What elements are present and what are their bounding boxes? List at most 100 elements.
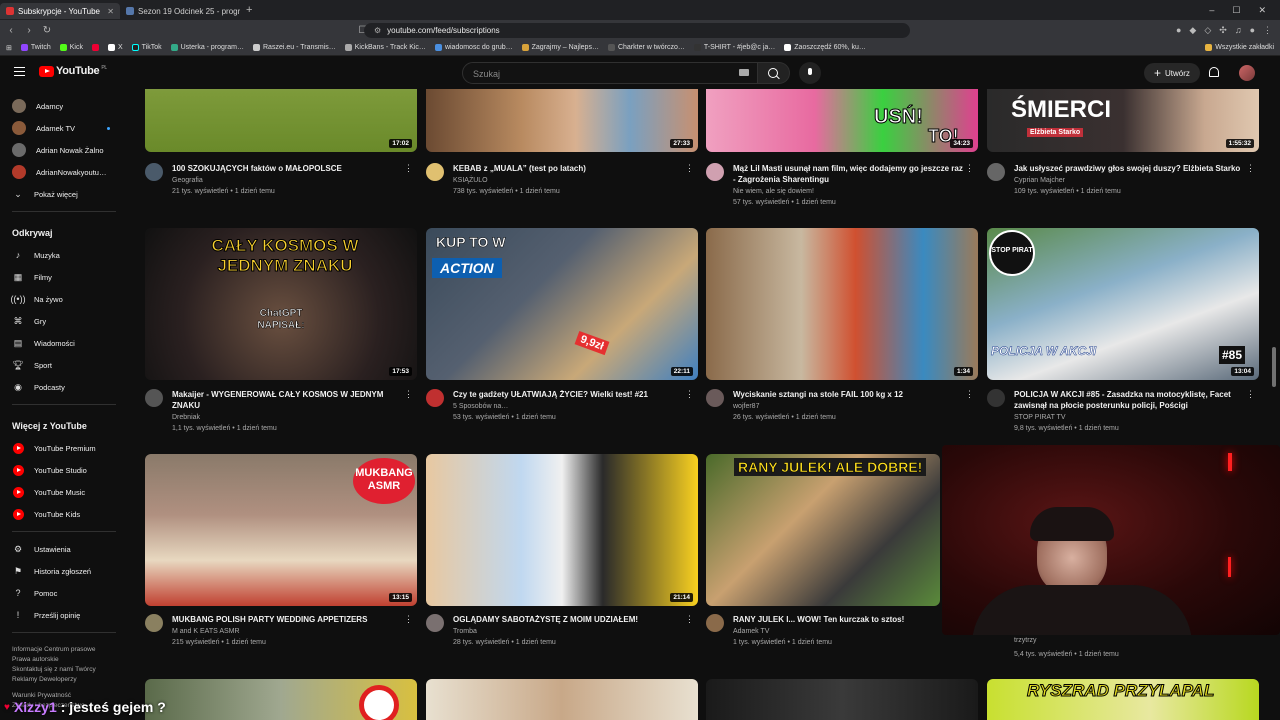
back-icon[interactable]: ‹ [4, 25, 18, 36]
keyboard-icon[interactable] [739, 69, 749, 76]
channel-name[interactable]: trzytrzy [1014, 637, 1037, 644]
bookmark-item[interactable]: Zaoszczędź 60%, ku… [784, 44, 866, 51]
more-options-icon[interactable]: ⋮ [965, 389, 974, 400]
sidebar-channel[interactable]: AdrianNowakyoutu… [0, 161, 128, 183]
video-thumbnail[interactable] [706, 679, 978, 720]
account-avatar[interactable] [1239, 65, 1255, 81]
sidebar-channel[interactable]: Adrian Nowak Żalno [0, 139, 128, 161]
video-title[interactable]: Mąż Lil Masti usunął nam film, więc doda… [733, 163, 963, 185]
bookmark-item[interactable]: X [107, 44, 123, 51]
video-thumbnail[interactable]: MUKBANG ASMR 13:15 [145, 454, 417, 606]
footer-link[interactable]: Prawa autorskie [12, 655, 116, 665]
channel-name[interactable]: wojfer87 [733, 403, 759, 410]
footer-link[interactable]: Skontaktuj się z nami Twórcy [12, 665, 116, 675]
sidebar-item-games[interactable]: ⌘ Gry [0, 310, 128, 332]
minimize-icon[interactable]: – [1209, 5, 1214, 16]
sidebar-item-live[interactable]: ((•)) Na żywo [0, 288, 128, 310]
bookmark-item[interactable]: TikTok [131, 44, 162, 51]
sidebar-item-report-history[interactable]: ⚑ Historia zgłoszeń [0, 560, 128, 582]
sidebar-item-studio[interactable]: YouTube Studio [0, 459, 128, 481]
forward-icon[interactable]: › [22, 25, 36, 36]
bookmark-item[interactable]: Twitch [20, 44, 51, 51]
create-button[interactable]: + Utwórz [1144, 63, 1200, 83]
channel-avatar[interactable] [426, 163, 444, 181]
sidebar-channel[interactable]: Adamek TV [0, 117, 128, 139]
sidebar-item-feedback[interactable]: ! Prześlij opinię [0, 604, 128, 626]
channel-avatar[interactable] [706, 389, 724, 407]
reload-icon[interactable]: ↻ [40, 25, 54, 36]
more-options-icon[interactable]: ⋮ [1246, 389, 1255, 400]
video-title[interactable]: 100 SZOKUJĄCYCH faktów o MAŁOPOLSCE [172, 163, 402, 174]
close-icon[interactable]: ✕ [107, 7, 114, 16]
window-close-icon[interactable]: ✕ [1258, 5, 1266, 16]
more-options-icon[interactable]: ⋮ [404, 163, 413, 174]
video-thumbnail[interactable]: ŚMIERCI Elżbieta Starko 1:55:32 [987, 89, 1259, 152]
channel-name[interactable]: Nie wiem, ale się dowiem! [733, 188, 814, 195]
channel-name[interactable]: M and K EATS ASMR [172, 628, 240, 635]
channel-name[interactable]: STOP PIRAT TV [1014, 414, 1065, 421]
sidebar-channel[interactable]: Adamcy [0, 95, 128, 117]
channel-name[interactable]: Cyprian Majcher [1014, 177, 1065, 184]
video-thumbnail[interactable]: 21:14 [426, 454, 698, 606]
maximize-icon[interactable]: ☐ [1232, 5, 1240, 16]
video-title[interactable]: Czy te gadżety UŁATWIAJĄ ŻYCIE? Wielki t… [453, 389, 683, 400]
voice-search-icon[interactable] [799, 62, 821, 84]
bookmark-item[interactable]: Usterka - program… [170, 44, 244, 51]
video-title[interactable]: OGLĄDAMY SABOTAŻYSTĘ Z MOIM UDZIAŁEM! [453, 614, 683, 625]
more-options-icon[interactable]: ⋮ [404, 614, 413, 625]
video-thumbnail[interactable]: 17:02 [145, 89, 417, 152]
channel-name[interactable]: Drebniak [172, 414, 200, 421]
video-thumbnail[interactable]: RYSZRAD PRZYLAPAL [987, 679, 1259, 720]
bookmark-item[interactable]: Kick [59, 44, 83, 51]
url-omnibox[interactable]: ⚙ youtube.com/feed/subscriptions [364, 22, 910, 38]
search-button[interactable] [758, 62, 790, 84]
menu-icon[interactable]: ⋮ [1263, 25, 1272, 36]
show-more-button[interactable]: ⌄ Pokaż więcej [0, 183, 128, 205]
sidebar-item-music-app[interactable]: YouTube Music [0, 481, 128, 503]
youtube-logo[interactable]: YouTube PL [39, 65, 107, 77]
sidebar-item-movies[interactable]: ▦ Filmy [0, 266, 128, 288]
bookmark-item[interactable]: KickBans - Track Kic… [344, 44, 426, 51]
channel-avatar[interactable] [145, 163, 163, 181]
video-title[interactable]: RANY JULEK I... WOW! Ten kurczak to szto… [733, 614, 963, 625]
video-thumbnail[interactable]: 1:34 [706, 228, 978, 380]
profile-icon[interactable]: ● [1250, 25, 1255, 36]
video-thumbnail[interactable]: RANY JULEK! ALE DOBRE! [706, 454, 940, 606]
all-bookmarks[interactable]: Wszystkie zakładki [1205, 44, 1274, 51]
music-icon[interactable]: ♫ [1235, 25, 1242, 36]
bookmark-item[interactable]: Zagrajmy – Najleps… [521, 44, 599, 51]
channel-avatar[interactable] [706, 163, 724, 181]
scrollbar-thumb[interactable] [1272, 347, 1276, 387]
sidebar-item-settings[interactable]: ⚙ Ustawienia [0, 538, 128, 560]
more-options-icon[interactable]: ⋮ [965, 163, 974, 174]
channel-name[interactable]: Tromba [453, 628, 477, 635]
video-title[interactable]: MUKBANG POLISH PARTY WEDDING APPETIZERS [172, 614, 402, 625]
bookmark-item[interactable]: T-SHIRT - #jeb@c ja… [693, 44, 775, 51]
more-options-icon[interactable]: ⋮ [404, 389, 413, 400]
extension-icon[interactable]: ◆ [1189, 25, 1196, 36]
apps-icon[interactable]: ⊞ [6, 44, 12, 52]
hamburger-menu-icon[interactable] [14, 67, 25, 76]
sidebar-item-news[interactable]: ▤ Wiadomości [0, 332, 128, 354]
sidebar-item-sport[interactable]: 🏆︎ Sport [0, 354, 128, 376]
more-options-icon[interactable]: ⋮ [685, 614, 694, 625]
video-thumbnail[interactable]: USŃ! TO! 34:23 [706, 89, 978, 152]
video-thumbnail[interactable]: KUP TO W ACTION 9,9zł 22:11 [426, 228, 698, 380]
bookmark-item[interactable]: Raszei.eu - Transmis… [253, 44, 336, 51]
more-options-icon[interactable]: ⋮ [685, 389, 694, 400]
more-options-icon[interactable]: ⋮ [685, 163, 694, 174]
channel-avatar[interactable] [426, 614, 444, 632]
sidebar-item-podcasts[interactable]: ◉ Podcasty [0, 376, 128, 398]
notifications-bell-icon[interactable] [1209, 67, 1219, 77]
new-tab-button[interactable]: + [240, 4, 258, 16]
channel-avatar[interactable] [145, 614, 163, 632]
sidebar-item-kids[interactable]: YouTube Kids [0, 503, 128, 525]
video-title[interactable]: Jak usłyszeć prawdziwy głos swojej duszy… [1014, 163, 1244, 174]
channel-name[interactable]: 5 Sposobów na… [453, 403, 508, 410]
channel-avatar[interactable] [987, 389, 1005, 407]
channel-avatar[interactable] [145, 389, 163, 407]
video-title[interactable]: Makaijer - WYGENEROWAŁ CAŁY KOSMOS W JED… [172, 389, 402, 411]
bookmark-item[interactable]: Charkter w twórczo… [607, 44, 685, 51]
search-input[interactable]: Szukaj [462, 62, 758, 84]
tab-program[interactable]: Sezon 19 Odcinek 25 - program onli…✕ [120, 3, 240, 19]
